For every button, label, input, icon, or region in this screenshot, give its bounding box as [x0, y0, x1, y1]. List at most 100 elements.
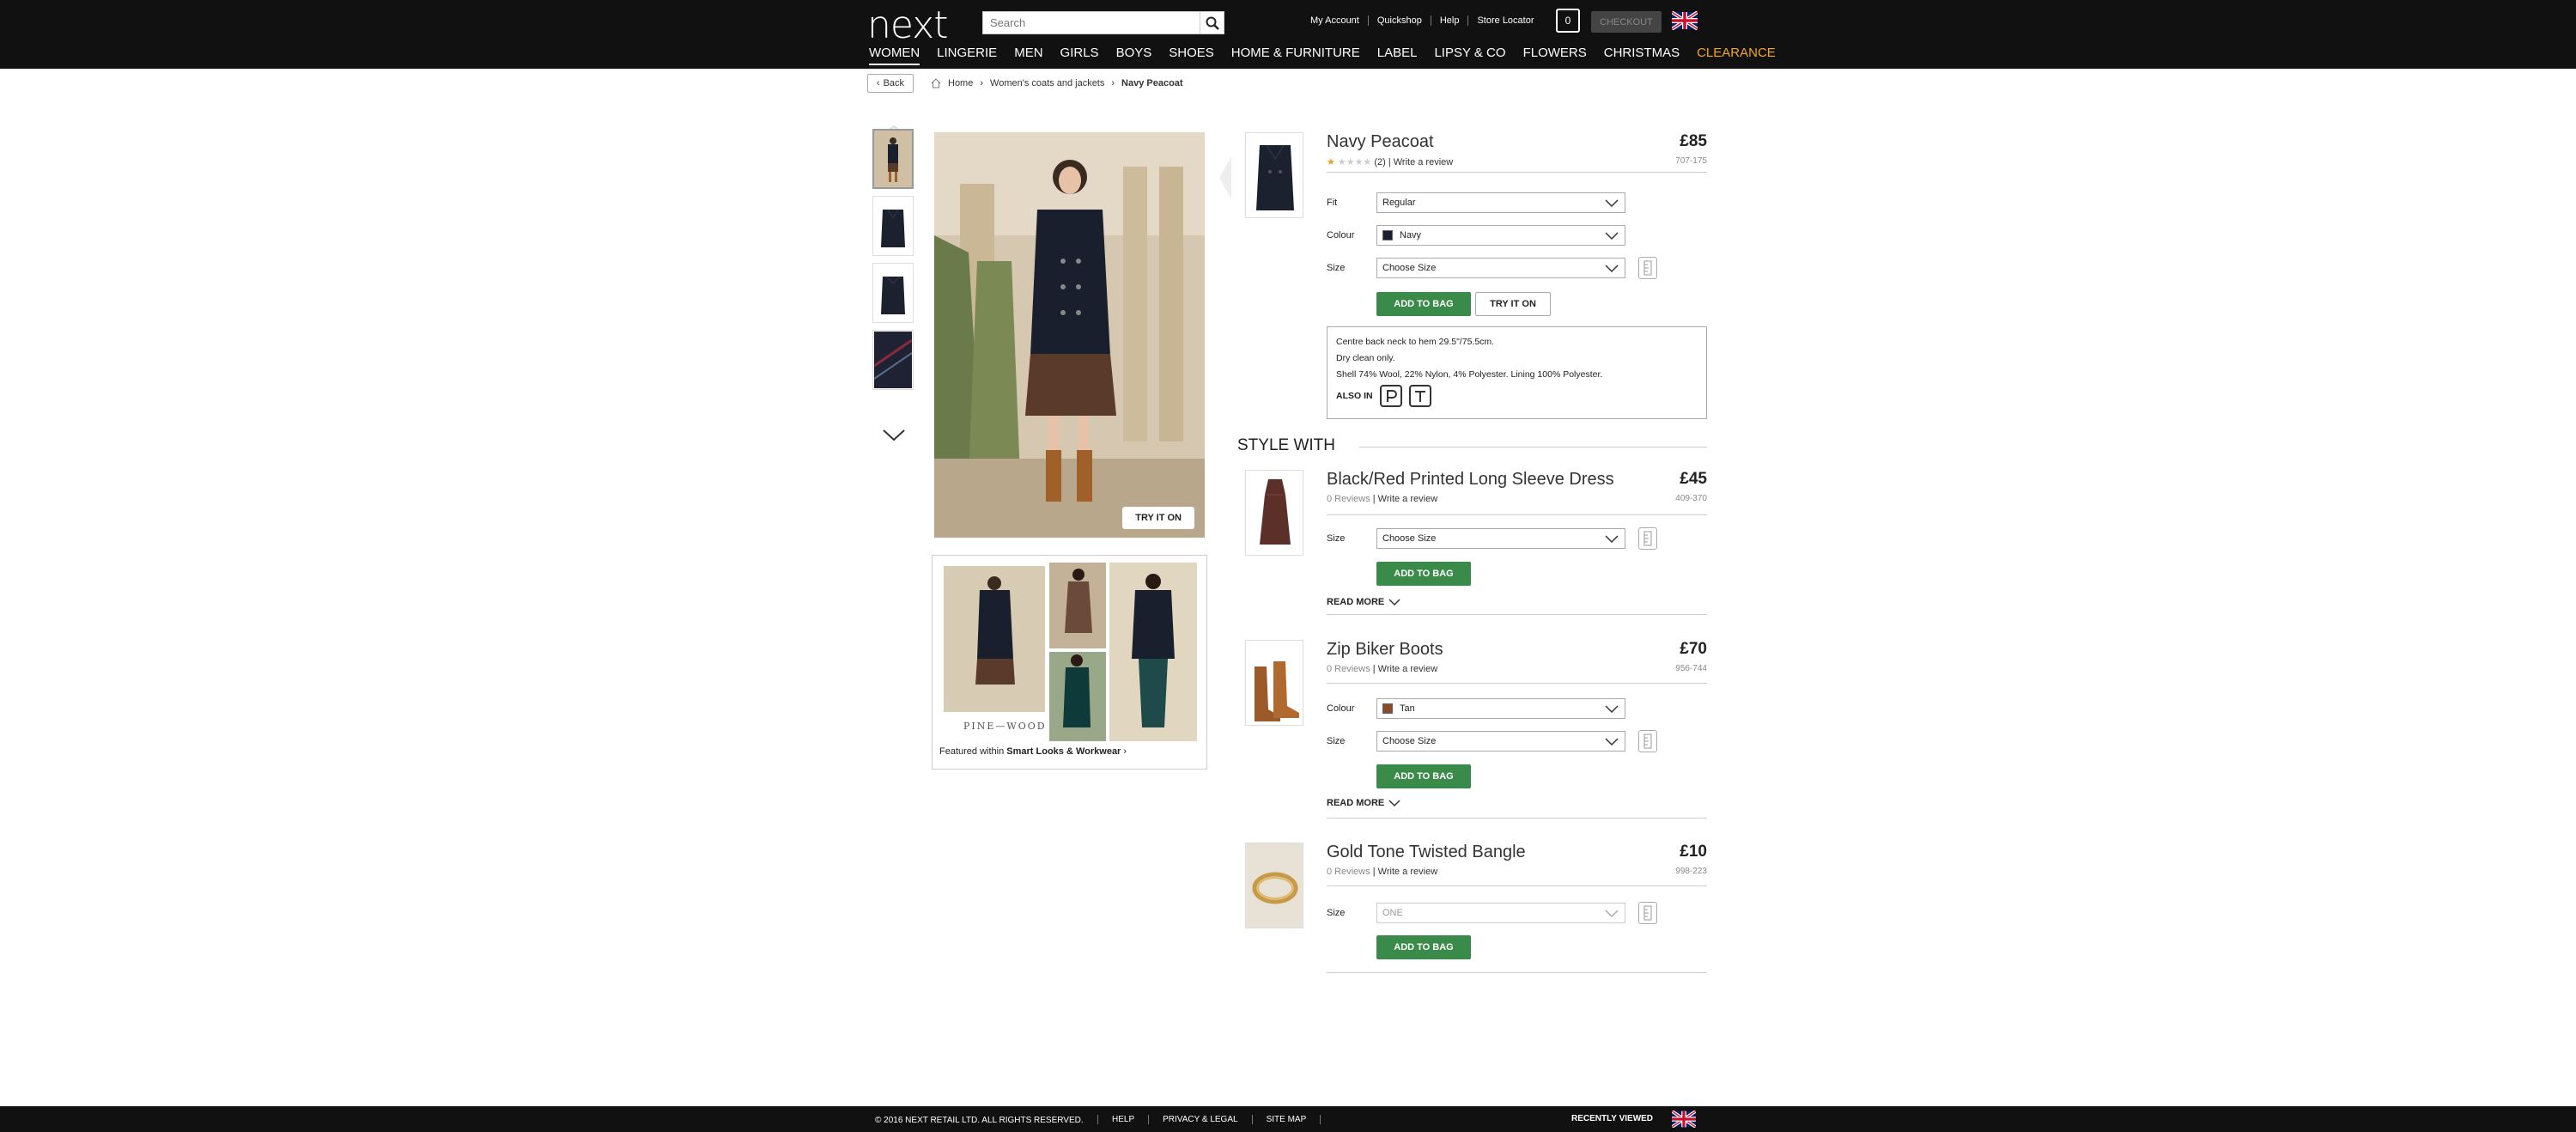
- collapse-arrow-icon[interactable]: [1219, 156, 1231, 199]
- footer-sitemap-link[interactable]: SITE MAP: [1251, 1115, 1321, 1124]
- rating-row: 0 Reviews | Write a review: [1327, 867, 1437, 877]
- product-title[interactable]: Zip Biker Boots: [1327, 640, 1443, 660]
- recently-viewed-button[interactable]: RECENTLY VIEWED: [1571, 1114, 1653, 1123]
- nav-lingerie[interactable]: LINGERIE: [937, 46, 997, 65]
- navy-swatch: [1382, 230, 1393, 240]
- nav-clearance[interactable]: CLEARANCE: [1697, 46, 1776, 65]
- bangle-thumbnail[interactable]: [1245, 843, 1303, 928]
- nav-girls[interactable]: GIRLS: [1060, 46, 1099, 65]
- my-account-link[interactable]: My Account: [1302, 15, 1368, 26]
- add-to-bag-button[interactable]: ADD TO BAG: [1376, 935, 1471, 959]
- product-price: £85: [1680, 132, 1707, 150]
- footer-help-link[interactable]: HELP: [1097, 1115, 1148, 1124]
- thumbnail-1[interactable]: [872, 129, 914, 189]
- main-product-image[interactable]: TRY IT ON: [934, 132, 1205, 538]
- size-select[interactable]: ONE: [1376, 903, 1625, 923]
- featured-promo[interactable]: PINE—WOOD Featured within Smart Looks & …: [932, 555, 1207, 770]
- style-item-bangle: Gold Tone Twisted Bangle £10 998-223 0 R…: [1245, 843, 1707, 976]
- boots-thumbnail[interactable]: [1245, 640, 1303, 726]
- nav-shoes[interactable]: SHOES: [1169, 46, 1214, 65]
- tall-icon[interactable]: [1408, 385, 1431, 407]
- size-guide-icon[interactable]: [1638, 730, 1657, 752]
- uk-flag-icon[interactable]: [1672, 11, 1698, 30]
- thumbnail-4[interactable]: [872, 330, 914, 390]
- divider: [1327, 818, 1707, 819]
- nav-lipsy[interactable]: LIPSY & CO: [1434, 46, 1505, 65]
- promo-link[interactable]: Smart Looks & Workwear: [1006, 746, 1121, 757]
- desc-line: Shell 74% Wool, 22% Nylon, 4% Polyester.…: [1336, 369, 1603, 380]
- size-select[interactable]: Choose Size: [1376, 528, 1625, 549]
- petite-icon[interactable]: [1379, 385, 1402, 407]
- nav-home-furniture[interactable]: HOME & FURNITURE: [1231, 46, 1360, 65]
- footer: © 2016 NEXT RETAIL LTD. ALL RIGHTS RESER…: [0, 1106, 2576, 1132]
- search-icon[interactable]: [1200, 12, 1224, 33]
- nav-christmas[interactable]: CHRISTMAS: [1604, 46, 1680, 65]
- promo-brand-logo: PINE—WOOD: [963, 721, 1047, 732]
- read-more-link[interactable]: READ MORE: [1327, 798, 1401, 808]
- size-guide-icon[interactable]: [1638, 527, 1657, 550]
- size-guide-icon[interactable]: [1638, 257, 1657, 279]
- size-value: ONE: [1382, 908, 1403, 918]
- product-title[interactable]: Black/Red Printed Long Sleeve Dress: [1327, 470, 1614, 490]
- back-button[interactable]: ‹ Back: [867, 74, 914, 93]
- nav-flowers[interactable]: FLOWERS: [1523, 46, 1587, 65]
- write-review-link[interactable]: | Write a review: [1373, 664, 1437, 674]
- tan-swatch: [1382, 703, 1393, 714]
- try-it-on-image-button[interactable]: TRY IT ON: [1122, 507, 1194, 529]
- crumb-category[interactable]: Women's coats and jackets: [990, 78, 1104, 88]
- dress-thumbnail[interactable]: [1245, 470, 1303, 556]
- product-thumbnail[interactable]: [1245, 132, 1303, 218]
- write-review-link[interactable]: | Write a review: [1373, 867, 1437, 877]
- checkout-button[interactable]: CHECKOUT: [1591, 11, 1662, 33]
- search-input[interactable]: [983, 12, 1194, 33]
- review-link[interactable]: (2) | Write a review: [1374, 157, 1453, 167]
- quickshop-link[interactable]: Quickshop: [1367, 15, 1431, 26]
- main-product-panel: Navy Peacoat £85 707-175 ★ ★★★★ (2) | Wr…: [1245, 132, 1707, 419]
- chevron-down-icon: [1605, 265, 1619, 273]
- read-more-link[interactable]: READ MORE: [1327, 597, 1401, 607]
- read-more-label: READ MORE: [1327, 597, 1385, 607]
- size-select[interactable]: Choose Size: [1376, 258, 1625, 278]
- add-to-bag-button[interactable]: ADD TO BAG: [1376, 292, 1471, 316]
- chevron-down-icon: [1605, 738, 1619, 746]
- size-label: Size: [1327, 908, 1346, 918]
- colour-select[interactable]: Tan: [1376, 698, 1625, 719]
- desc-line: Centre back neck to hem 29.5"/75.5cm.: [1336, 337, 1495, 347]
- also-in-label: ALSO IN: [1336, 390, 1373, 401]
- footer-privacy-link[interactable]: PRIVACY & LEGAL: [1148, 1115, 1251, 1124]
- product-code: 409-370: [1675, 494, 1707, 503]
- nav-label[interactable]: LABEL: [1377, 46, 1418, 65]
- try-it-on-button[interactable]: TRY IT ON: [1475, 292, 1551, 316]
- rating-row: 0 Reviews | Write a review: [1327, 664, 1437, 674]
- nav-boys[interactable]: BOYS: [1116, 46, 1152, 65]
- rating-row: 0 Reviews | Write a review: [1327, 494, 1437, 504]
- add-to-bag-button[interactable]: ADD TO BAG: [1376, 764, 1471, 788]
- crumb-home[interactable]: Home: [948, 78, 973, 88]
- store-locator-link[interactable]: Store Locator: [1467, 15, 1542, 26]
- add-to-bag-button[interactable]: ADD TO BAG: [1376, 562, 1471, 586]
- size-guide-icon[interactable]: [1638, 902, 1657, 924]
- read-more-label: READ MORE: [1327, 798, 1385, 808]
- promo-prefix: Featured within: [939, 746, 1005, 757]
- product-title: Navy Peacoat: [1327, 132, 1434, 151]
- uk-flag-icon[interactable]: [1672, 1111, 1696, 1128]
- reviews-count: 0 Reviews: [1327, 664, 1370, 674]
- fit-select[interactable]: Regular: [1376, 192, 1625, 213]
- bag-icon[interactable]: 0: [1556, 9, 1580, 33]
- thumbnail-2[interactable]: [872, 196, 914, 256]
- thumbs-down-arrow-icon[interactable]: [883, 429, 905, 441]
- write-review-link[interactable]: | Write a review: [1373, 494, 1437, 504]
- colour-select[interactable]: Navy: [1376, 225, 1625, 246]
- size-value: Choose Size: [1382, 736, 1437, 746]
- chevron-left-icon: ‹: [876, 78, 880, 88]
- chevron-down-icon: [1388, 800, 1400, 807]
- promo-caption: Featured within Smart Looks & Workwear ›: [939, 746, 1127, 757]
- thumbnail-3[interactable]: [872, 263, 914, 323]
- size-select[interactable]: Choose Size: [1376, 731, 1625, 752]
- nav-men[interactable]: MEN: [1014, 46, 1042, 65]
- product-title[interactable]: Gold Tone Twisted Bangle: [1327, 843, 1526, 862]
- next-logo[interactable]: next: [867, 3, 948, 47]
- help-link[interactable]: Help: [1430, 15, 1468, 26]
- back-label: Back: [883, 78, 905, 88]
- nav-women[interactable]: WOMEN: [869, 46, 920, 65]
